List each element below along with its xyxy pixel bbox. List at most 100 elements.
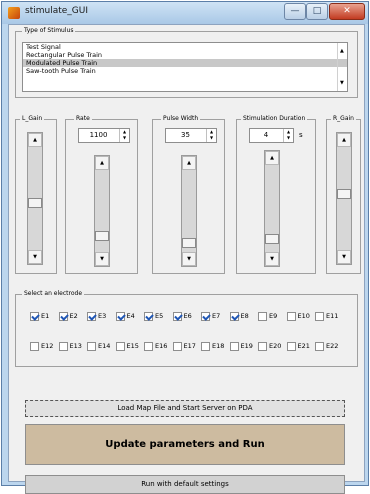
checkbox-unchecked-icon[interactable] [258,311,267,321]
stimulus-listbox[interactable]: Test Signal Rectangular Pulse Train Modu… [22,42,348,92]
pulse-width-spinner[interactable]: ▲ ▼ [206,129,216,142]
electrode-checkbox[interactable]: E15 [115,341,139,351]
electrode-checkbox[interactable]: E7 [201,311,220,321]
checkbox-unchecked-icon[interactable] [144,341,153,351]
electrode-label: E22 [326,342,339,350]
duration-spinner[interactable]: ▲ ▼ [283,129,293,142]
scroll-down-icon[interactable]: ▼ [340,80,344,86]
electrode-checkbox[interactable]: E22 [315,341,338,351]
electrode-label: E7 [212,312,221,320]
electrode-label: E20 [269,342,282,350]
update-and-run-button[interactable]: Update parameters and Run [25,424,345,465]
checkbox-unchecked-icon[interactable] [172,341,182,351]
checkbox-checked-icon[interactable] [144,311,153,321]
checkbox-unchecked-icon[interactable] [315,341,324,351]
spin-down-icon[interactable]: ▼ [120,135,129,141]
electrode-checkbox[interactable]: E5 [144,311,163,321]
electrode-label: E21 [297,342,310,350]
rate-label: Rate [74,115,92,123]
spin-down-icon[interactable]: ▼ [207,135,216,141]
slider-down-icon[interactable]: ▼ [95,252,109,266]
electrode-checkbox[interactable]: E11 [315,311,338,321]
electrode-checkbox[interactable]: E18 [201,341,224,351]
r-gain-slider[interactable]: ▲ ▼ [336,132,352,265]
slider-thumb[interactable] [28,198,42,209]
duration-unit: s [299,131,303,139]
electrode-checkbox[interactable]: E13 [58,341,82,351]
checkbox-unchecked-icon[interactable] [315,311,324,321]
slider-up-icon[interactable]: ▲ [95,156,109,170]
spin-down-icon[interactable]: ▼ [284,135,293,141]
slider-thumb[interactable] [265,234,279,245]
pulse-width-input[interactable]: 35 ▲ ▼ [165,128,217,143]
slider-down-icon[interactable]: ▼ [265,252,279,266]
checkbox-checked-icon[interactable] [201,311,210,321]
electrode-checkbox[interactable]: E1 [30,311,49,321]
electrode-checkbox[interactable]: E17 [172,341,196,351]
pulse-width-slider[interactable]: ▲ ▼ [181,155,197,267]
checkbox-checked-icon[interactable] [115,311,125,321]
rate-slider[interactable]: ▲ ▼ [94,155,110,267]
checkbox-checked-icon[interactable] [87,311,96,321]
slider-down-icon[interactable]: ▼ [28,250,42,264]
checkbox-unchecked-icon[interactable] [58,341,68,351]
listbox-scrollbar[interactable]: ▲ ▼ [337,43,347,91]
electrode-checkbox[interactable]: E9 [258,311,277,321]
slider-thumb[interactable] [182,238,196,249]
matlab-icon [8,7,20,19]
stimulus-option[interactable]: Rectangular Pulse Train [23,51,347,59]
checkbox-unchecked-icon[interactable] [87,341,96,351]
slider-up-icon[interactable]: ▲ [265,151,279,165]
slider-thumb[interactable] [337,188,351,199]
stimulus-option[interactable]: Saw-tooth Pulse Train [23,67,347,75]
stimulus-option-selected[interactable]: Modulated Pulse Train [23,59,347,67]
electrode-label: E10 [297,312,310,320]
electrode-checkbox[interactable]: E16 [144,341,167,351]
l-gain-slider[interactable]: ▲ ▼ [27,132,43,265]
close-icon: ✕ [343,6,351,16]
duration-input[interactable]: 4 ▲ ▼ [249,128,294,143]
slider-up-icon[interactable]: ▲ [182,156,196,170]
minimize-button[interactable]: — [284,3,306,20]
slider-down-icon[interactable]: ▼ [337,250,351,264]
checkbox-checked-icon[interactable] [172,311,182,321]
electrode-checkbox[interactable]: E8 [229,311,249,321]
checkbox-unchecked-icon[interactable] [115,341,125,351]
slider-up-icon[interactable]: ▲ [28,133,42,147]
scroll-up-icon[interactable]: ▲ [340,48,344,54]
checkbox-checked-icon[interactable] [30,311,39,321]
checkbox-checked-icon[interactable] [58,311,68,321]
slider-up-icon[interactable]: ▲ [337,133,351,147]
slider-thumb[interactable] [95,231,109,242]
slider-down-icon[interactable]: ▼ [182,252,196,266]
load-map-button[interactable]: Load Map File and Start Server on PDA [25,400,345,417]
electrode-checkbox[interactable]: E4 [115,311,135,321]
duration-slider[interactable]: ▲ ▼ [264,150,280,267]
stimulus-option[interactable]: Test Signal [23,43,347,51]
checkbox-unchecked-icon[interactable] [229,341,239,351]
checkbox-unchecked-icon[interactable] [30,341,39,351]
title-bar[interactable]: stimulate_GUI — □ ✕ [2,2,368,24]
electrode-label: E3 [98,312,107,320]
rate-input[interactable]: 1100 ▲ ▼ [78,128,130,143]
checkbox-unchecked-icon[interactable] [258,341,267,351]
electrode-checkbox[interactable]: E3 [87,311,106,321]
electrode-label: E18 [212,342,225,350]
electrode-checkbox[interactable]: E2 [58,311,78,321]
checkbox-unchecked-icon[interactable] [201,341,210,351]
checkbox-unchecked-icon[interactable] [286,341,296,351]
checkbox-checked-icon[interactable] [229,311,239,321]
close-button[interactable]: ✕ [329,3,365,20]
electrode-checkbox[interactable]: E6 [172,311,192,321]
electrode-checkbox[interactable]: E12 [30,341,53,351]
rate-spinner[interactable]: ▲ ▼ [119,129,129,142]
r-gain-label: R_Gain [331,115,356,123]
electrode-checkbox[interactable]: E14 [87,341,110,351]
checkbox-unchecked-icon[interactable] [286,311,296,321]
electrode-checkbox[interactable]: E21 [286,341,310,351]
electrode-checkbox[interactable]: E20 [258,341,281,351]
run-defaults-button[interactable]: Run with default settings [25,475,345,494]
electrode-checkbox[interactable]: E19 [229,341,253,351]
maximize-button[interactable]: □ [306,3,328,20]
electrode-checkbox[interactable]: E10 [286,311,310,321]
